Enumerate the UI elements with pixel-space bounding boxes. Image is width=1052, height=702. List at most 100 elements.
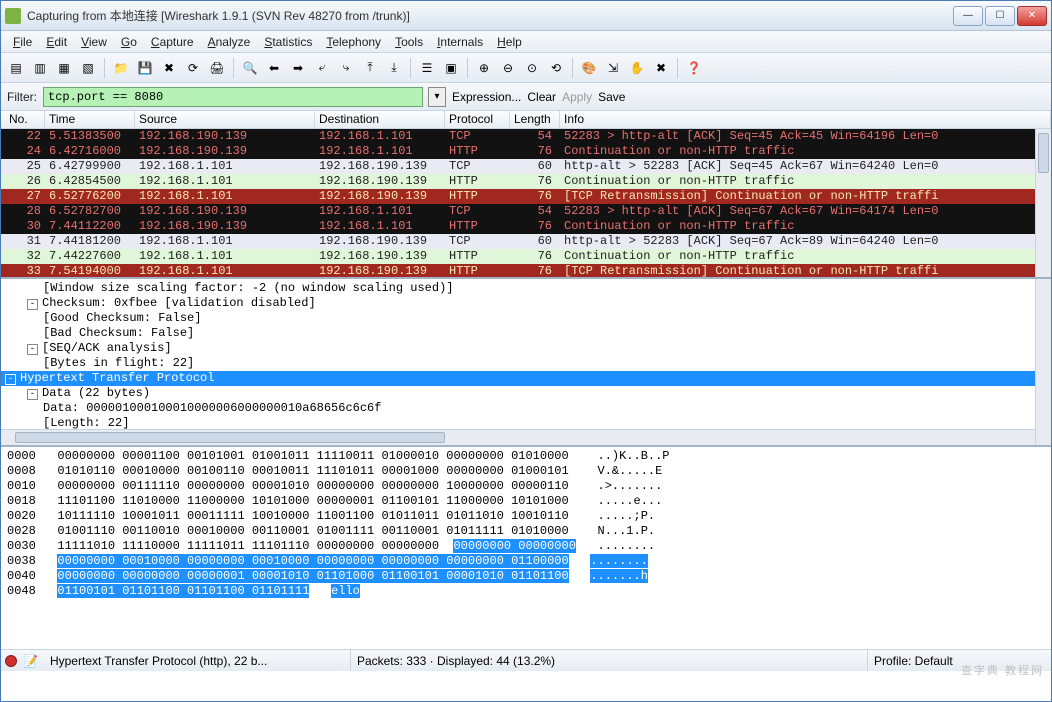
menu-file[interactable]: File xyxy=(7,33,38,51)
minimize-button[interactable]: — xyxy=(953,6,983,26)
packet-row[interactable]: 317.44181200192.168.1.101192.168.190.139… xyxy=(1,234,1051,249)
stop-cap-icon[interactable]: ✖ xyxy=(650,57,672,79)
maximize-button[interactable]: ☐ xyxy=(985,6,1015,26)
hex-row[interactable]: 0048 01100101 01101100 01101100 01101111… xyxy=(7,584,1045,599)
col-destination[interactable]: Destination xyxy=(315,111,445,128)
detail-row[interactable]: -Checksum: 0xfbee [validation disabled] xyxy=(5,296,1047,311)
col-no[interactable]: No. xyxy=(5,111,45,128)
menu-go[interactable]: Go xyxy=(115,33,143,51)
tree-toggle-icon[interactable]: - xyxy=(27,344,38,355)
packet-row[interactable]: 225.51383500192.168.190.139192.168.1.101… xyxy=(1,129,1051,144)
detail-row[interactable]: [Bytes in flight: 22] xyxy=(5,356,1047,371)
zoom-in-icon[interactable]: ⊕ xyxy=(473,57,495,79)
back-green-icon[interactable]: ⬅ xyxy=(263,57,285,79)
step-fwd-icon[interactable]: ⤷ xyxy=(335,57,357,79)
detail-row[interactable]: -[SEQ/ACK analysis] xyxy=(5,341,1047,356)
detail-row[interactable]: [Bad Checksum: False] xyxy=(5,326,1047,341)
detail-scrollbar[interactable] xyxy=(1035,279,1051,445)
hex-row[interactable]: 0020 10111110 10001011 00011111 10010000… xyxy=(7,509,1045,524)
list2-icon[interactable]: ▥ xyxy=(29,57,51,79)
detail-row[interactable]: [Window size scaling factor: -2 (no wind… xyxy=(5,281,1047,296)
hex-row[interactable]: 0038 00000000 00010000 00000000 00010000… xyxy=(7,554,1045,569)
hex-row[interactable]: 0008 01010110 00010000 00100110 00010011… xyxy=(7,464,1045,479)
colorize-icon[interactable]: 🎨 xyxy=(578,57,600,79)
hex-row[interactable]: 0040 00000000 00000000 00000001 00001010… xyxy=(7,569,1045,584)
packet-row[interactable]: 307.44112200192.168.190.139192.168.1.101… xyxy=(1,219,1051,234)
menu-help[interactable]: Help xyxy=(491,33,528,51)
hex-row[interactable]: 0028 01001110 00110010 00010000 00110001… xyxy=(7,524,1045,539)
tree-toggle-icon[interactable]: - xyxy=(27,389,38,400)
layout1-icon[interactable]: ☰ xyxy=(416,57,438,79)
close-button[interactable]: ✕ xyxy=(1017,6,1047,26)
menu-tools[interactable]: Tools xyxy=(389,33,429,51)
menu-view[interactable]: View xyxy=(75,33,113,51)
tree-toggle-icon[interactable]: - xyxy=(27,299,38,310)
scroll-thumb[interactable] xyxy=(1038,133,1049,173)
list4-icon[interactable]: ▧ xyxy=(77,57,99,79)
menu-internals[interactable]: Internals xyxy=(431,33,489,51)
col-source[interactable]: Source xyxy=(135,111,315,128)
fwd-green-icon[interactable]: ➡ xyxy=(287,57,309,79)
filter-cap-icon[interactable]: ✋ xyxy=(626,57,648,79)
list3-icon[interactable]: ▦ xyxy=(53,57,75,79)
detail-row[interactable]: Data: 000001000100010000006000000010a686… xyxy=(5,401,1047,416)
detail-row[interactable]: -Data (22 bytes) xyxy=(5,386,1047,401)
filter-apply[interactable]: Apply xyxy=(562,90,592,104)
autoresize-icon[interactable]: ⇲ xyxy=(602,57,624,79)
hex-pane[interactable]: 0000 00000000 00001100 00101001 01001011… xyxy=(1,447,1051,649)
packet-row[interactable]: 286.52782700192.168.190.139192.168.1.101… xyxy=(1,204,1051,219)
menu-edit[interactable]: Edit xyxy=(40,33,73,51)
list-icon[interactable]: ▤ xyxy=(5,57,27,79)
expert-icon[interactable] xyxy=(5,655,17,667)
filter-dropdown[interactable]: ▾ xyxy=(428,87,446,107)
hex-row[interactable]: 0010 00000000 00111110 00000000 00001010… xyxy=(7,479,1045,494)
help-icon[interactable]: ❓ xyxy=(683,57,705,79)
menu-analyze[interactable]: Analyze xyxy=(202,33,257,51)
filter-save[interactable]: Save xyxy=(598,90,625,104)
filter-label: Filter: xyxy=(7,90,37,104)
packet-row[interactable]: 276.52776200192.168.1.101192.168.190.139… xyxy=(1,189,1051,204)
col-protocol[interactable]: Protocol xyxy=(445,111,510,128)
packet-columns[interactable]: No. Time Source Destination Protocol Len… xyxy=(1,111,1051,129)
menu-capture[interactable]: Capture xyxy=(145,33,200,51)
filter-input[interactable] xyxy=(43,87,423,107)
col-info[interactable]: Info xyxy=(560,111,1051,128)
detail-hscrollbar[interactable] xyxy=(1,429,1035,445)
refresh-icon[interactable]: ⟳ xyxy=(182,57,204,79)
save-icon[interactable]: 💾 xyxy=(134,57,156,79)
close-icon[interactable]: ✖ xyxy=(158,57,180,79)
layout2-icon[interactable]: ▣ xyxy=(440,57,462,79)
detail-row[interactable]: [Good Checksum: False] xyxy=(5,311,1047,326)
jump-icon[interactable]: ⤒ xyxy=(359,57,381,79)
hex-row[interactable]: 0000 00000000 00001100 00101001 01001011… xyxy=(7,449,1045,464)
hex-row[interactable]: 0030 11111010 11110000 11111011 11101110… xyxy=(7,539,1045,554)
col-length[interactable]: Length xyxy=(510,111,560,128)
detail-row[interactable]: -Hypertext Transfer Protocol xyxy=(1,371,1051,386)
col-time[interactable]: Time xyxy=(45,111,135,128)
last-icon[interactable]: ⤓ xyxy=(383,57,405,79)
packet-row[interactable]: 246.42716000192.168.190.139192.168.1.101… xyxy=(1,144,1051,159)
status-packets: Packets: 333 · Displayed: 44 (13.2%) xyxy=(350,650,861,671)
zoom-fit-icon[interactable]: ⊙ xyxy=(521,57,543,79)
print-icon[interactable]: 🖨 xyxy=(206,57,228,79)
zoom-out-icon[interactable]: ⊖ xyxy=(497,57,519,79)
packet-row[interactable]: 337.54194000192.168.1.101192.168.190.139… xyxy=(1,264,1051,279)
step-back-icon[interactable]: ⤶ xyxy=(311,57,333,79)
packet-list-pane: No. Time Source Destination Protocol Len… xyxy=(1,111,1051,279)
hscroll-thumb[interactable] xyxy=(15,432,445,443)
menu-statistics[interactable]: Statistics xyxy=(258,33,318,51)
search-icon[interactable]: 🔍 xyxy=(239,57,261,79)
packet-row[interactable]: 266.42854500192.168.1.101192.168.190.139… xyxy=(1,174,1051,189)
filter-clear[interactable]: Clear xyxy=(527,90,556,104)
wireshark-icon xyxy=(5,8,21,24)
packet-row[interactable]: 327.44227600192.168.1.101192.168.190.139… xyxy=(1,249,1051,264)
hex-row[interactable]: 0018 11101100 11010000 11000000 10101000… xyxy=(7,494,1045,509)
folder-icon[interactable]: 📁 xyxy=(110,57,132,79)
autoscroll-icon[interactable]: ⟲ xyxy=(545,57,567,79)
packet-scrollbar[interactable] xyxy=(1035,129,1051,277)
tree-toggle-icon[interactable]: - xyxy=(5,374,16,385)
packet-row[interactable]: 256.42799900192.168.1.101192.168.190.139… xyxy=(1,159,1051,174)
menu-telephony[interactable]: Telephony xyxy=(320,33,387,51)
annotate-icon[interactable]: 📝 xyxy=(23,654,38,668)
filter-expression[interactable]: Expression... xyxy=(452,90,521,104)
